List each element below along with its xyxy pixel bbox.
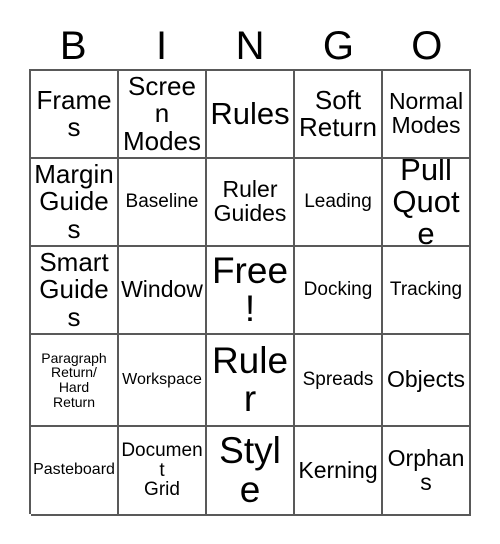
- bingo-cell-r4c5[interactable]: Objects: [383, 335, 471, 427]
- bingo-cell-r2c5[interactable]: Pull Quote: [383, 159, 471, 247]
- bingo-cell-r3c5[interactable]: Tracking: [383, 247, 471, 335]
- bingo-cell-r1c5[interactable]: Normal Modes: [383, 71, 471, 159]
- bingo-cell-label: Leading: [304, 191, 372, 213]
- bingo-cell-label: Pull Quote: [392, 159, 460, 247]
- bingo-cell-r1c1[interactable]: Frames: [31, 71, 119, 159]
- bingo-cell-label: Paragraph Return/ Hard Return: [41, 349, 107, 410]
- header-letter-i: I: [156, 23, 168, 68]
- header-letter-n: N: [235, 23, 265, 68]
- header-letter-g: G: [322, 23, 354, 68]
- bingo-cell-label: Smart Guides: [39, 247, 109, 332]
- bingo-card: B I N G O Frames Screen Modes Rules Soft Re…: [0, 0, 500, 544]
- bingo-cell-r4c4[interactable]: Spreads: [295, 335, 383, 427]
- bingo-cell-r4c3[interactable]: Ruler: [207, 335, 295, 427]
- header-letter-o: O: [411, 23, 443, 68]
- bingo-cell-label: Kerning: [298, 456, 378, 483]
- bingo-cell-label: Free!: [211, 249, 289, 329]
- bingo-cell-r3c2[interactable]: Window: [119, 247, 207, 335]
- bingo-cell-label: Style: [219, 430, 281, 510]
- bingo-cell-r2c3[interactable]: Ruler Guides: [207, 159, 295, 247]
- bingo-cell-label: Normal Modes: [388, 88, 464, 138]
- bingo-cell-label: Rules: [210, 95, 290, 131]
- bingo-cell-label: Baseline: [125, 191, 199, 213]
- bingo-cell-r1c4[interactable]: Soft Return: [295, 71, 383, 159]
- bingo-cell-r5c1[interactable]: Pasteboard: [31, 427, 119, 516]
- bingo-cell-r3c4[interactable]: Docking: [295, 247, 383, 335]
- bingo-cell-r2c2[interactable]: Baseline: [119, 159, 207, 247]
- bingo-cell-label: Objects: [387, 366, 465, 393]
- bingo-cell-r4c2[interactable]: Workspace: [119, 335, 207, 427]
- bingo-cell-label: Docking: [303, 279, 373, 301]
- header-letter-b: B: [59, 23, 87, 68]
- bingo-cell-r5c5[interactable]: Orphans: [383, 427, 471, 516]
- bingo-header-row: B I N G O: [29, 22, 471, 69]
- bingo-cell-r3c1[interactable]: Smart Guides: [31, 247, 119, 335]
- bingo-cell-label: Workspace: [122, 370, 202, 388]
- bingo-cell-r5c3[interactable]: Style: [207, 427, 295, 516]
- bingo-cell-r1c3[interactable]: Rules: [207, 71, 295, 159]
- bingo-cell-label: Frames: [36, 84, 112, 142]
- bingo-cell-r2c4[interactable]: Leading: [295, 159, 383, 247]
- bingo-cell-label: Document Grid: [121, 439, 203, 501]
- bingo-cell-label: Margin Guides: [34, 159, 114, 244]
- bingo-cell-label: Pasteboard: [33, 461, 115, 479]
- bingo-cell-r2c1[interactable]: Margin Guides: [31, 159, 119, 247]
- bingo-cell-label: Ruler: [211, 339, 289, 419]
- bingo-cell-label: Window: [121, 276, 203, 303]
- bingo-cell-label: Soft Return: [298, 84, 378, 142]
- bingo-cell-r5c2[interactable]: Document Grid: [119, 427, 207, 516]
- bingo-cell-r1c2[interactable]: Screen Modes: [119, 71, 207, 159]
- bingo-cell-label: Spreads: [302, 369, 374, 391]
- bingo-cell-r4c1[interactable]: Paragraph Return/ Hard Return: [31, 335, 119, 427]
- bingo-cell-label: Tracking: [389, 279, 463, 301]
- bingo-cell-label: Ruler Guides: [213, 176, 287, 226]
- bingo-grid: Frames Screen Modes Rules Soft Return Normal…: [29, 69, 471, 516]
- bingo-cell-r3c3[interactable]: Free!: [207, 247, 295, 335]
- bingo-cell-label: Orphans: [387, 444, 465, 495]
- bingo-cell-label: Screen Modes: [122, 71, 202, 156]
- bingo-cell-r5c4[interactable]: Kerning: [295, 427, 383, 516]
